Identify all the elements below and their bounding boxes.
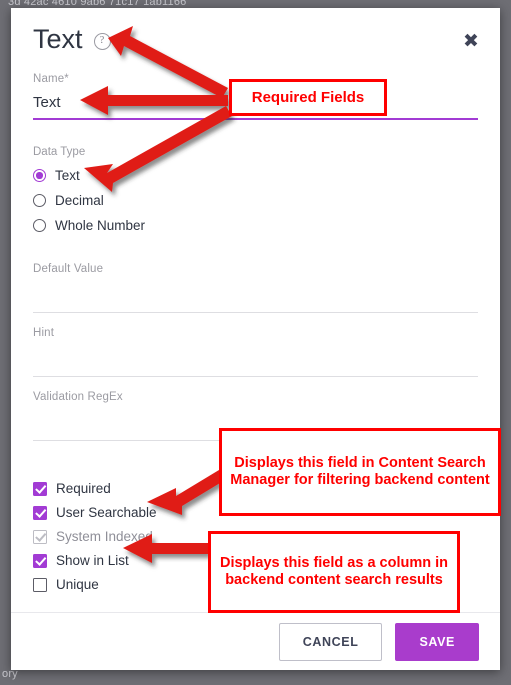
save-button[interactable]: SAVE xyxy=(395,622,479,661)
radio-icon-text xyxy=(33,169,46,182)
radio-label-whole-number: Whole Number xyxy=(55,218,146,233)
checkbox-label-user-searchable: User Searchable xyxy=(56,505,157,520)
radio-icon-whole-number xyxy=(33,219,46,232)
close-icon[interactable]: ✖ xyxy=(460,30,482,52)
checkbox-icon-show-in-list xyxy=(33,553,47,568)
name-input-underline xyxy=(33,118,478,120)
default-value-label: Default Value xyxy=(33,263,104,275)
default-value-input[interactable] xyxy=(33,275,478,312)
annotation-backend-column: Displays this field as a column in backe… xyxy=(208,531,460,613)
hint-underline xyxy=(33,376,478,377)
background-page-text-top: 3d 42ac 4610 9ab6 71c17 1ab1166 xyxy=(8,0,187,8)
radio-label-text: Text xyxy=(55,168,80,183)
checkbox-icon-system-indexed xyxy=(33,529,47,544)
page-title: Text xyxy=(33,24,83,54)
cancel-button[interactable]: CANCEL xyxy=(278,622,383,661)
checkbox-label-unique: Unique xyxy=(56,577,99,592)
annotation-required-fields: Required Fields xyxy=(229,79,387,116)
hint-label: Hint xyxy=(33,327,55,339)
radio-option-whole-number[interactable]: Whole Number xyxy=(33,218,478,233)
checkbox-label-required: Required xyxy=(56,481,111,496)
checkbox-label-show-in-list: Show in List xyxy=(56,553,129,568)
data-type-label: Data Type xyxy=(33,146,86,158)
radio-icon-decimal xyxy=(33,194,46,207)
default-value-underline xyxy=(33,312,478,313)
hint-input[interactable] xyxy=(33,339,478,376)
hint-field-group: Hint xyxy=(33,327,478,377)
dialog-footer: CANCEL SAVE xyxy=(11,613,500,670)
radio-option-decimal[interactable]: Decimal xyxy=(33,193,478,208)
annotation-content-search-manager: Displays this field in Content Search Ma… xyxy=(219,428,501,516)
help-icon[interactable]: ? xyxy=(93,33,111,50)
default-value-field-group: Default Value xyxy=(33,263,478,313)
checkbox-icon-unique xyxy=(33,577,47,592)
radio-label-decimal: Decimal xyxy=(55,193,104,208)
dialog-header: Text ? ✖ xyxy=(11,8,500,57)
checkbox-icon-required xyxy=(33,481,47,496)
checkbox-label-system-indexed: System Indexed xyxy=(56,529,153,544)
radio-option-text[interactable]: Text xyxy=(33,168,478,183)
validation-regex-label: Validation RegEx xyxy=(33,391,123,403)
checkbox-icon-user-searchable xyxy=(33,505,47,520)
